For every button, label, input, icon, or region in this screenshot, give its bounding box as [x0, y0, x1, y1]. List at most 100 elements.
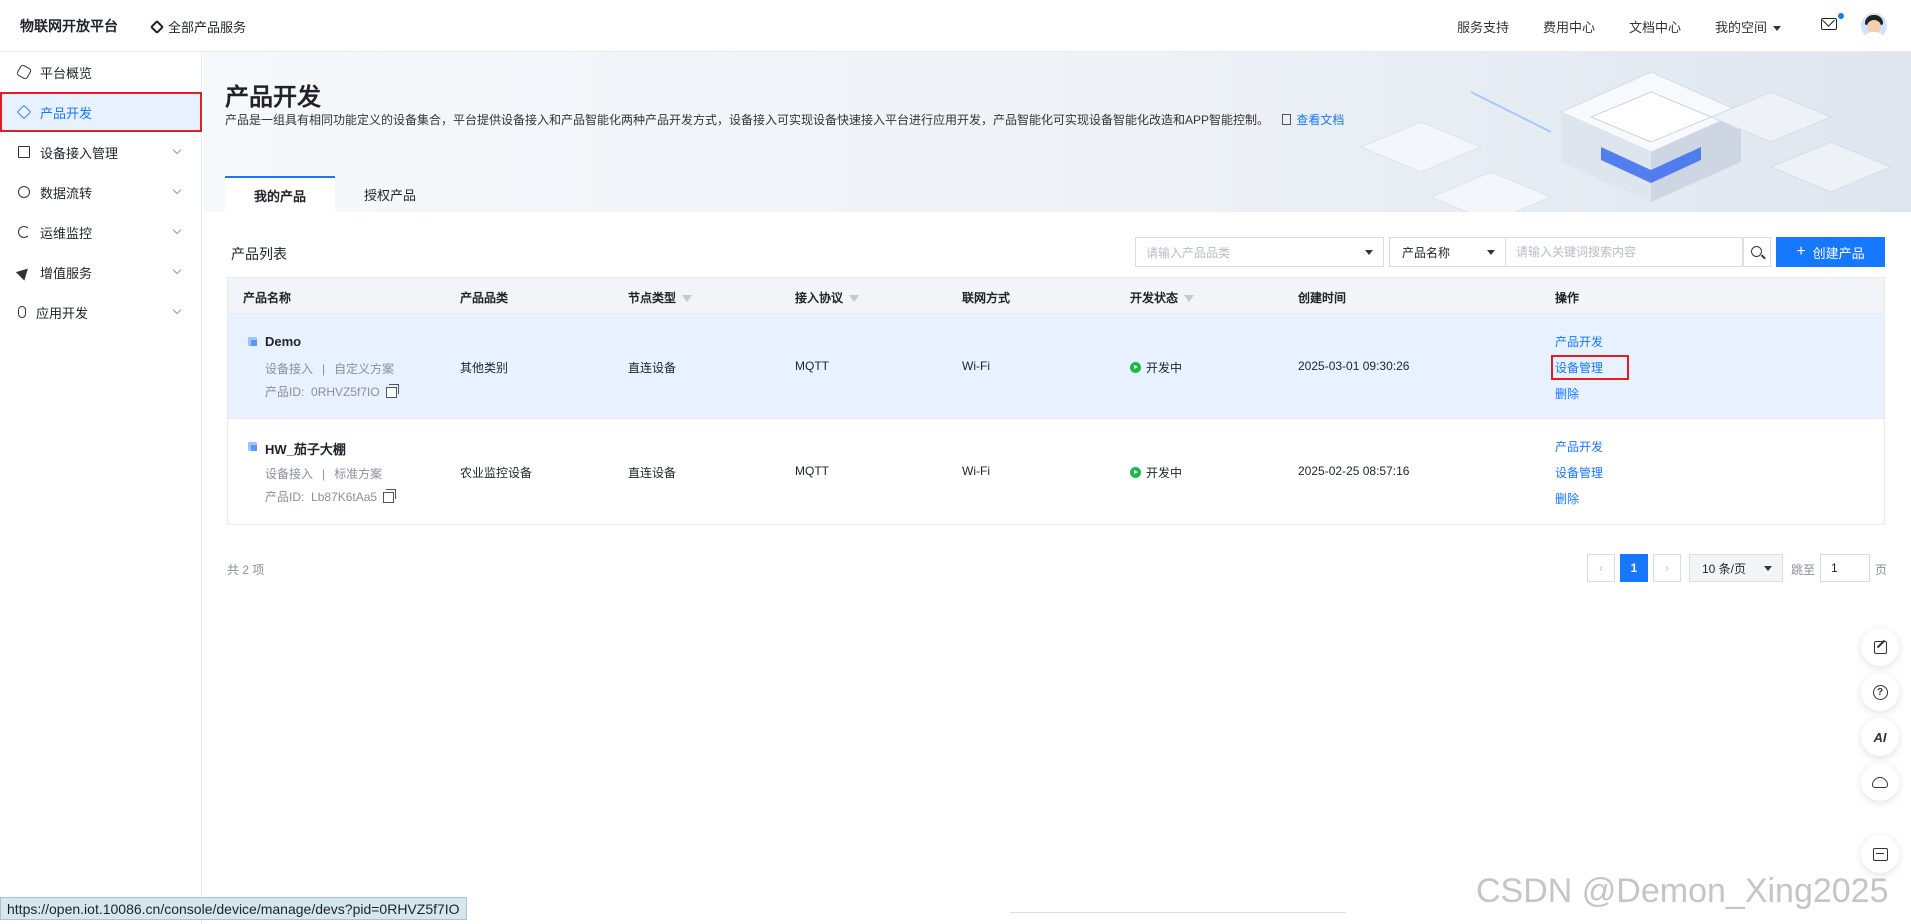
- copy-icon[interactable]: [385, 384, 399, 398]
- sidebar-item-product-dev[interactable]: 产品开发: [0, 92, 202, 132]
- nav-service-support[interactable]: 服务支持: [1457, 17, 1509, 36]
- sidebar-item-label: 产品开发: [40, 105, 93, 121]
- chevron-down-icon: [172, 225, 182, 235]
- document-icon: [1282, 114, 1292, 125]
- notification-dot: [1838, 13, 1844, 19]
- watermark: CSDN @Demon_Xing2025: [1476, 872, 1889, 910]
- view-docs-label: 查看文档: [1296, 113, 1345, 127]
- col-protocol[interactable]: 接入协议: [795, 289, 860, 306]
- chevron-down-icon: [1764, 566, 1772, 571]
- col-protocol-label: 接入协议: [795, 291, 844, 305]
- product-category: 农业监控设备: [460, 466, 533, 480]
- delete-link[interactable]: 删除: [1555, 490, 1579, 507]
- view-docs-link[interactable]: 查看文档: [1282, 113, 1344, 127]
- col-dev-status[interactable]: 开发状态: [1130, 289, 1195, 306]
- help-icon: ?: [1872, 684, 1888, 700]
- page-suffix: 页: [1875, 563, 1888, 577]
- category-select[interactable]: 请输入产品品类: [1135, 237, 1384, 267]
- tab-authorized-products[interactable]: 授权产品: [335, 176, 445, 212]
- sidebar-item-device-access[interactable]: 设备接入管理: [0, 132, 202, 172]
- node-type: 直连设备: [628, 361, 677, 375]
- product-name[interactable]: HW_茄子大棚: [265, 439, 346, 458]
- product-dev-link[interactable]: 产品开发: [1555, 333, 1603, 350]
- all-products-menu[interactable]: 全部产品服务: [149, 17, 246, 36]
- help-button[interactable]: ?: [1861, 673, 1899, 711]
- filter-icon: [682, 295, 693, 303]
- status-label: 开发中: [1146, 361, 1183, 375]
- search-input[interactable]: [1506, 237, 1743, 267]
- create-product-label: 创建产品: [1812, 245, 1865, 261]
- created-time: 2025-02-25 08:57:16: [1298, 464, 1410, 478]
- status-badge: 开发中: [1130, 359, 1182, 376]
- ai-assistant-button[interactable]: AI: [1861, 718, 1899, 756]
- next-page-button[interactable]: ›: [1653, 554, 1681, 582]
- cloud-upload-icon: [1872, 776, 1888, 788]
- product-icon: [248, 442, 257, 451]
- access-type: 设备接入: [265, 467, 314, 481]
- device-manage-link[interactable]: 设备管理: [1555, 464, 1603, 481]
- chevron-down-icon: [1487, 250, 1495, 255]
- sidebar-item-value-added[interactable]: 增值服务: [0, 252, 202, 292]
- search-field-select[interactable]: 产品名称: [1389, 237, 1506, 267]
- status-badge: 开发中: [1130, 464, 1182, 481]
- product-name[interactable]: Demo: [265, 334, 301, 349]
- col-product-name: 产品名称: [243, 291, 292, 305]
- scheme-type: 标准方案: [334, 467, 383, 481]
- collapse-tools-button[interactable]: [1861, 835, 1899, 873]
- product-id-value: 0RHVZ5f7IO: [311, 385, 380, 399]
- sidebar-item-label: 增值服务: [40, 265, 93, 281]
- mail-icon[interactable]: [1821, 18, 1837, 30]
- status-label: 开发中: [1146, 466, 1183, 480]
- product-list-title: 产品列表: [231, 246, 287, 262]
- sidebar-item-overview[interactable]: 平台概览: [0, 52, 202, 92]
- col-node-type[interactable]: 节点类型: [628, 289, 693, 306]
- device-manage-link[interactable]: 设备管理: [1550, 355, 1630, 380]
- chevron-down-icon: [1365, 250, 1373, 255]
- copy-icon[interactable]: [383, 489, 397, 503]
- product-id-value: Lb87K6tAa5: [311, 490, 378, 504]
- create-product-button[interactable]: + 创建产品: [1776, 237, 1885, 267]
- nav-billing-center[interactable]: 费用中心: [1543, 17, 1595, 36]
- sidebar-item-app-dev[interactable]: 应用开发: [0, 292, 202, 332]
- col-dev-status-label: 开发状态: [1130, 291, 1179, 305]
- nav-docs-center[interactable]: 文档中心: [1629, 17, 1681, 36]
- plane-icon: [15, 263, 33, 281]
- edit-icon: [1873, 640, 1887, 654]
- feedback-button[interactable]: [1861, 628, 1899, 666]
- cube-icon: [16, 104, 32, 120]
- network: Wi-Fi: [962, 359, 990, 373]
- table-row: HW_茄子大棚 设备接入 | 标准方案 产品ID: Lb87K6tAa5 农业监控设…: [228, 419, 1884, 524]
- jump-page-input[interactable]: [1820, 554, 1870, 582]
- chevron-down-icon: [1773, 26, 1781, 32]
- col-created-time: 创建时间: [1298, 291, 1347, 305]
- search-button[interactable]: [1743, 237, 1771, 267]
- nav-my-space[interactable]: 我的空间: [1715, 17, 1781, 36]
- node-type: 直连设备: [628, 466, 677, 480]
- tab-my-products[interactable]: 我的产品: [225, 176, 335, 212]
- page-1-button[interactable]: 1: [1620, 554, 1648, 582]
- total-count: 共 2 项: [227, 563, 265, 577]
- category-select-placeholder: 请输入产品品类: [1146, 245, 1231, 260]
- sidebar-item-label: 应用开发: [36, 305, 89, 321]
- cycle-icon: [18, 186, 30, 198]
- sidebar-item-data-flow[interactable]: 数据流转: [0, 172, 202, 212]
- cloud-upload-button[interactable]: [1861, 763, 1899, 801]
- avatar[interactable]: [1861, 13, 1887, 39]
- bottom-popover-edge: [1010, 912, 1346, 924]
- col-category: 产品品类: [460, 291, 509, 305]
- link-icon: [18, 306, 26, 318]
- brand-title[interactable]: 物联网开放平台: [20, 16, 118, 36]
- col-actions: 操作: [1555, 291, 1580, 305]
- hero-banner: [203, 52, 1911, 212]
- chevron-down-icon: [172, 305, 182, 315]
- page-size-select[interactable]: 10 条/页: [1689, 554, 1783, 582]
- product-meta: 设备接入 | 自定义方案: [265, 362, 395, 376]
- product-dev-link[interactable]: 产品开发: [1555, 438, 1603, 455]
- delete-link[interactable]: 删除: [1555, 385, 1579, 402]
- filter-icon: [1184, 295, 1195, 303]
- device-icon: [18, 146, 30, 158]
- sidebar-item-ops-monitor[interactable]: 运维监控: [0, 212, 202, 252]
- top-bar: 物联网开放平台 全部产品服务 服务支持 费用中心 文档中心 我的空间: [0, 0, 1911, 52]
- col-node-type-label: 节点类型: [628, 291, 677, 305]
- prev-page-button[interactable]: ‹: [1587, 554, 1615, 582]
